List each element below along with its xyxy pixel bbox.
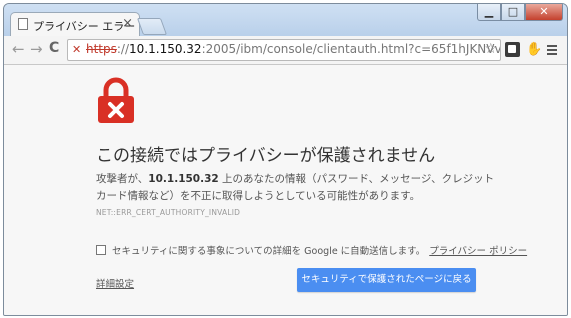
- url-path: :2005/ibm/console/clientauth.html?c=65f1…: [201, 42, 501, 56]
- chrome-menu-icon[interactable]: [547, 45, 557, 57]
- back-to-safety-button[interactable]: セキュリティで保護されたページに戻る: [297, 268, 476, 292]
- insecure-lock-icon: ✕: [72, 43, 82, 56]
- browser-toolbar: ← → C ✕ https://10.1.150.32:2005/ibm/con…: [4, 36, 567, 65]
- browser-tab[interactable]: プライバシー エラー ×: [10, 12, 140, 37]
- tab-close-icon[interactable]: ×: [122, 16, 133, 31]
- hand-extension-icon[interactable]: ✋: [526, 42, 542, 57]
- maximize-icon: □: [507, 5, 519, 18]
- forward-arrow-icon[interactable]: →: [30, 40, 43, 58]
- interstitial-page: この接続ではプライバシーが保護されません 攻撃者が、10.1.150.32 上の…: [4, 65, 567, 315]
- close-icon: ✕: [539, 5, 549, 18]
- back-arrow-icon[interactable]: ←: [12, 40, 25, 58]
- title-bar: プライバシー エラー × ▁ □ ✕: [4, 4, 567, 37]
- url-text: https://10.1.150.32:2005/ibm/console/cli…: [86, 42, 501, 56]
- bookmark-star-icon[interactable]: ☆: [484, 41, 497, 57]
- desc-prefix: 攻撃者が、: [96, 173, 149, 185]
- close-window-button[interactable]: ✕: [525, 4, 563, 21]
- page-title: この接続ではプライバシーが保護されません: [96, 146, 436, 166]
- new-tab-button[interactable]: [136, 18, 168, 35]
- broken-lock-icon: [98, 77, 134, 123]
- error-code: NET::ERR_CERT_AUTHORITY_INVALID: [96, 208, 241, 217]
- maximize-button[interactable]: □: [501, 4, 525, 21]
- reload-icon[interactable]: C: [49, 40, 59, 56]
- extension-icon[interactable]: [505, 42, 520, 57]
- advanced-link[interactable]: 詳細設定: [96, 276, 134, 290]
- tab-title: プライバシー エラー: [33, 20, 136, 33]
- url-host: 10.1.150.32: [129, 42, 202, 56]
- error-description: 攻撃者が、10.1.150.32 上のあなたの情報（パスワード、メッセージ、クレ…: [96, 171, 496, 205]
- url-scheme: https: [86, 42, 117, 56]
- report-checkbox-row: セキュリティに関する事象についての詳細を Google に自動送信します。 プライ…: [96, 243, 527, 257]
- browser-window: プライバシー エラー × ▁ □ ✕ ← → C ✕ https://10.1.…: [3, 3, 568, 316]
- desc-host: 10.1.150.32: [148, 173, 219, 185]
- privacy-policy-link[interactable]: プライバシー ポリシー: [429, 246, 527, 257]
- minimize-button[interactable]: ▁: [477, 4, 501, 21]
- minimize-icon: ▁: [484, 5, 494, 18]
- address-bar[interactable]: ✕ https://10.1.150.32:2005/ibm/console/c…: [67, 39, 501, 61]
- report-checkbox[interactable]: [96, 245, 106, 255]
- checkbox-label: セキュリティに関する事象についての詳細を Google に自動送信します。: [112, 246, 426, 257]
- page-icon: [18, 18, 28, 30]
- url-separator: ://: [116, 42, 130, 56]
